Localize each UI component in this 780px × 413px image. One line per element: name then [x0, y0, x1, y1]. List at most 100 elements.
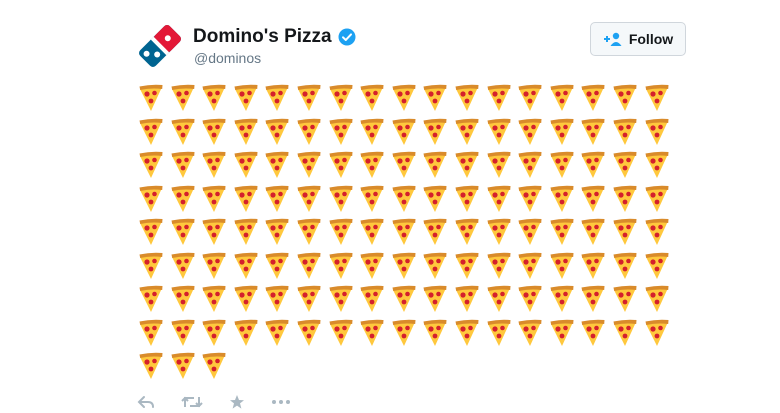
pizza-slice-icon — [486, 185, 512, 213]
pizza-slice-icon — [328, 151, 354, 179]
pizza-slice-icon — [454, 151, 480, 179]
pizza-slice-icon — [201, 285, 227, 313]
pizza-slice-icon — [486, 285, 512, 313]
follow-button[interactable]: Follow — [590, 22, 686, 56]
pizza-slice-icon — [422, 151, 448, 179]
pizza-slice-icon — [612, 118, 638, 146]
pizza-slice-icon — [549, 319, 575, 347]
pizza-slice-icon — [486, 84, 512, 112]
pizza-slice-icon — [580, 285, 606, 313]
pizza-slice-icon — [328, 252, 354, 280]
pizza-slice-icon — [170, 218, 196, 246]
user-handle[interactable]: @dominos — [194, 50, 261, 66]
pizza-slice-icon — [328, 319, 354, 347]
pizza-slice-icon — [391, 84, 417, 112]
display-name[interactable]: Domino's Pizza — [193, 26, 356, 48]
pizza-slice-icon — [517, 118, 543, 146]
pizza-slice-icon — [296, 285, 322, 313]
domino-logo-icon[interactable] — [136, 22, 184, 70]
pizza-slice-icon — [612, 185, 638, 213]
pizza-slice-icon — [359, 151, 385, 179]
pizza-slice-icon — [391, 319, 417, 347]
pizza-emoji-grid — [138, 84, 678, 386]
pizza-slice-icon — [549, 252, 575, 280]
pizza-slice-icon — [391, 285, 417, 313]
pizza-slice-icon — [233, 218, 259, 246]
pizza-slice-icon — [612, 319, 638, 347]
pizza-slice-icon — [644, 285, 670, 313]
pizza-slice-icon — [644, 118, 670, 146]
pizza-slice-icon — [170, 252, 196, 280]
pizza-slice-icon — [170, 151, 196, 179]
pizza-slice-icon — [359, 252, 385, 280]
pizza-slice-icon — [296, 185, 322, 213]
pizza-slice-icon — [233, 185, 259, 213]
pizza-slice-icon — [391, 252, 417, 280]
pizza-slice-icon — [517, 84, 543, 112]
pizza-slice-icon — [612, 151, 638, 179]
pizza-slice-icon — [359, 185, 385, 213]
pizza-slice-icon — [422, 84, 448, 112]
pizza-slice-icon — [580, 252, 606, 280]
pizza-slice-icon — [328, 218, 354, 246]
pizza-slice-icon — [296, 252, 322, 280]
pizza-slice-icon — [138, 285, 164, 313]
pizza-slice-icon — [644, 84, 670, 112]
pizza-slice-icon — [644, 151, 670, 179]
retweet-icon[interactable] — [181, 394, 203, 410]
pizza-slice-icon — [201, 352, 227, 380]
pizza-slice-icon — [612, 285, 638, 313]
pizza-slice-icon — [264, 252, 290, 280]
pizza-slice-icon — [170, 285, 196, 313]
pizza-slice-icon — [644, 319, 670, 347]
pizza-slice-icon — [486, 252, 512, 280]
pizza-slice-icon — [486, 218, 512, 246]
pizza-slice-icon — [454, 218, 480, 246]
pizza-slice-icon — [454, 252, 480, 280]
pizza-slice-icon — [233, 151, 259, 179]
pizza-slice-icon — [328, 84, 354, 112]
pizza-slice-icon — [644, 185, 670, 213]
pizza-slice-icon — [454, 118, 480, 146]
pizza-slice-icon — [517, 218, 543, 246]
pizza-slice-icon — [233, 118, 259, 146]
pizza-slice-icon — [296, 84, 322, 112]
more-icon[interactable] — [271, 394, 291, 410]
pizza-slice-icon — [138, 252, 164, 280]
pizza-slice-icon — [138, 151, 164, 179]
pizza-slice-icon — [138, 185, 164, 213]
pizza-slice-icon — [580, 319, 606, 347]
pizza-slice-icon — [264, 185, 290, 213]
pizza-slice-icon — [422, 285, 448, 313]
pizza-slice-icon — [170, 118, 196, 146]
like-star-icon[interactable] — [229, 394, 245, 410]
pizza-slice-icon — [422, 252, 448, 280]
follow-button-label: Follow — [628, 31, 674, 47]
pizza-slice-icon — [264, 84, 290, 112]
pizza-slice-icon — [296, 151, 322, 179]
pizza-slice-icon — [612, 218, 638, 246]
reply-icon[interactable] — [137, 394, 155, 410]
display-name-text[interactable]: Domino's Pizza — [193, 26, 332, 48]
pizza-slice-icon — [170, 319, 196, 347]
pizza-slice-icon — [549, 218, 575, 246]
pizza-slice-icon — [580, 185, 606, 213]
verified-badge-icon — [338, 28, 356, 46]
pizza-slice-icon — [549, 151, 575, 179]
pizza-slice-icon — [328, 118, 354, 146]
pizza-slice-icon — [328, 185, 354, 213]
pizza-slice-icon — [170, 84, 196, 112]
pizza-slice-icon — [233, 285, 259, 313]
pizza-slice-icon — [233, 84, 259, 112]
pizza-slice-icon — [201, 319, 227, 347]
pizza-slice-icon — [422, 118, 448, 146]
pizza-slice-icon — [486, 319, 512, 347]
pizza-slice-icon — [391, 218, 417, 246]
pizza-slice-icon — [486, 151, 512, 179]
pizza-slice-icon — [201, 185, 227, 213]
pizza-slice-icon — [454, 285, 480, 313]
pizza-slice-icon — [170, 352, 196, 380]
pizza-slice-icon — [170, 185, 196, 213]
pizza-slice-icon — [549, 185, 575, 213]
pizza-slice-icon — [138, 118, 164, 146]
